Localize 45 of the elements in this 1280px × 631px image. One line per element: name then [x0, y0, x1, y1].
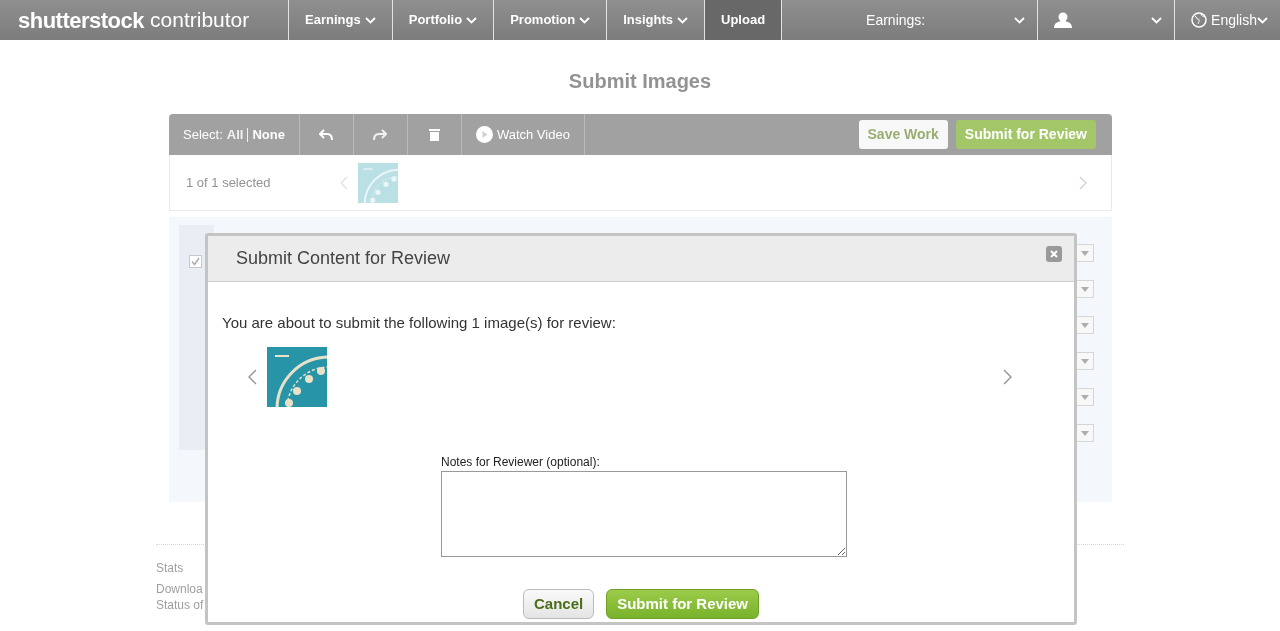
user-icon: [1053, 12, 1072, 28]
notes-field[interactable]: [441, 470, 847, 557]
select-label: Select:: [183, 125, 223, 144]
nav-item[interactable]: Earnings: [288, 0, 392, 40]
chevron-right-icon[interactable]: [1079, 175, 1087, 190]
cancel-button[interactable]: Cancel: [522, 588, 595, 619]
caret-icon: [1081, 394, 1089, 400]
notes-label: Notes for Reviewer (optional):: [441, 453, 600, 471]
footer-link[interactable]: Status of: [156, 598, 204, 612]
submit-for-review-button[interactable]: Submit for Review: [606, 588, 760, 619]
play-icon: [475, 126, 493, 143]
language-dropdown[interactable]: English: [1174, 0, 1280, 40]
watch-video-link[interactable]: Watch Video: [475, 124, 570, 145]
undo-icon[interactable]: [319, 128, 334, 141]
caret-icon: [1081, 358, 1089, 364]
save-work-button[interactable]: Save Work: [858, 120, 948, 149]
chevron-right-icon[interactable]: [1003, 368, 1012, 385]
trash-icon[interactable]: [428, 128, 440, 141]
chevron-left-icon[interactable]: [248, 368, 257, 385]
redo-icon[interactable]: [373, 128, 388, 141]
selection-status: 1 of 1 selected: [185, 173, 272, 192]
footer-link[interactable]: Downloa: [156, 582, 203, 597]
checkbox[interactable]: [189, 255, 202, 269]
caret-icon: [1081, 250, 1089, 256]
logo-suffix: contributor: [150, 7, 250, 34]
modal-title: Submit Content for Review: [236, 247, 451, 270]
earnings-dropdown[interactable]: Earnings:: [781, 0, 1037, 40]
caret-icon: [1081, 286, 1089, 292]
nav-item[interactable]: Portfolio: [391, 0, 494, 40]
nav-item[interactable]: Upload: [704, 0, 782, 40]
logo[interactable]: shutterstock: [18, 3, 145, 37]
page-title: Submit Images: [568, 70, 712, 92]
chevron-down-icon: [1013, 16, 1025, 24]
submit-for-review-button[interactable]: Submit for Review: [955, 120, 1096, 149]
caret-icon: [1081, 430, 1089, 436]
modal-message: You are about to submit the following 1 image(s) for review:: [222, 313, 617, 333]
caret-icon: [1081, 322, 1089, 328]
chevron-down-icon: [1257, 16, 1268, 24]
select-none-link[interactable]: None: [252, 124, 285, 145]
select-all-link[interactable]: All: [226, 124, 244, 145]
close-icon: [1050, 250, 1058, 258]
nav-item[interactable]: Promotion: [493, 0, 607, 40]
footer-heading: Stats: [156, 561, 185, 576]
close-button[interactable]: [1046, 246, 1062, 262]
chevron-down-icon: [1151, 16, 1163, 24]
